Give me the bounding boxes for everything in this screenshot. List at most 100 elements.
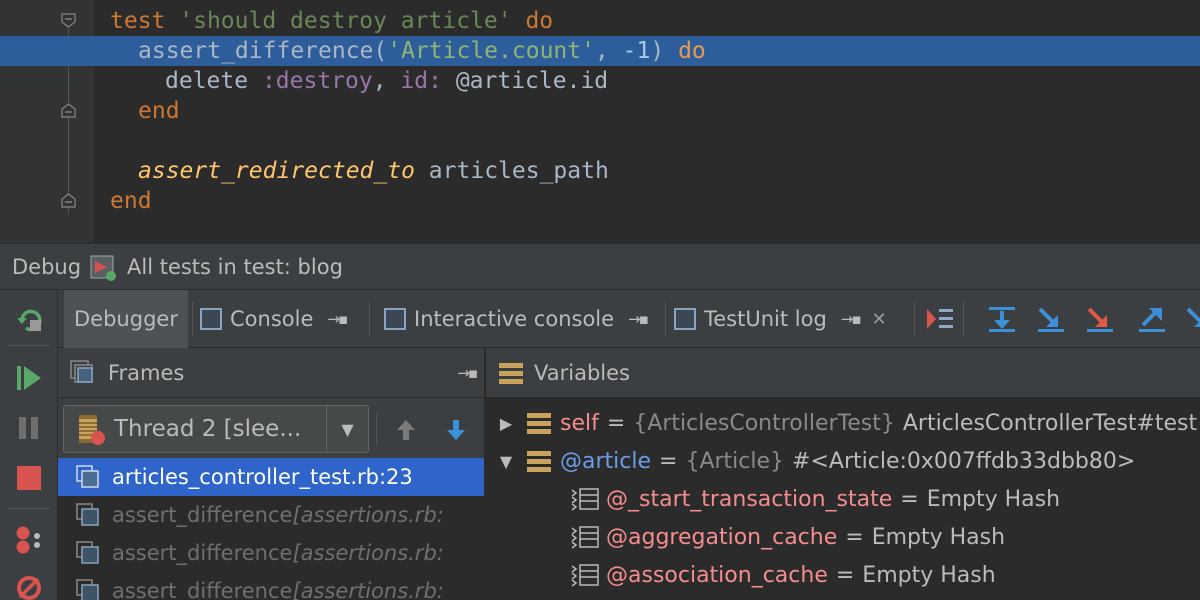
code-token: , xyxy=(594,38,623,64)
variable-row[interactable]: ▼ @article = {Article} #<Article:0x007ff… xyxy=(486,442,1200,480)
force-step-into-icon xyxy=(1087,307,1113,332)
toolbar-separator xyxy=(8,508,50,509)
view-breakpoints-button[interactable] xyxy=(13,524,45,556)
debug-tool-window-title: Debug All tests in test: blog xyxy=(0,243,1200,290)
frames-title: Frames xyxy=(108,360,185,385)
code-token: end xyxy=(110,188,152,214)
code-line: end xyxy=(0,186,1200,216)
rerun-button[interactable] xyxy=(13,303,45,335)
tab-label: Debugger xyxy=(74,307,178,331)
instance-variable-icon xyxy=(571,526,599,549)
tab-testunit-log[interactable]: TestUnit log →▪ ✕ xyxy=(674,290,924,348)
variables-panel: Variables ▶ self = {ArticlesControllerTe… xyxy=(485,348,1200,600)
tab-console[interactable]: Console →▪ xyxy=(200,290,366,348)
collapse-arrow-icon[interactable]: ▼ xyxy=(486,452,526,471)
frame-row[interactable]: assert_difference [assertions.rb: xyxy=(58,534,484,572)
pin-icon[interactable]: →▪ xyxy=(841,310,862,328)
resume-icon xyxy=(17,366,41,390)
variable-name: @association_cache xyxy=(606,562,828,588)
testunit-log-icon xyxy=(674,308,696,330)
toolbar-separator xyxy=(963,302,964,336)
equals-sign: = xyxy=(606,410,626,436)
variable-row[interactable]: @_start_transaction_state = Empty Hash xyxy=(486,480,1200,518)
interactive-console-icon xyxy=(384,308,406,330)
equals-sign: = xyxy=(900,486,919,512)
code-line: test 'should destroy article' do xyxy=(0,6,1200,36)
frames-icon xyxy=(70,359,93,383)
code-line: assert_redirected_to articles_path xyxy=(0,156,1200,186)
variable-row[interactable]: @association_cache = Empty Hash xyxy=(486,556,1200,594)
rerun-icon xyxy=(17,309,42,332)
pin-icon[interactable]: →▪ xyxy=(457,364,478,382)
variables-header: Variables xyxy=(486,348,1200,398)
code-token: assert_redirected_to xyxy=(138,158,415,184)
frame-location: [assertions.rb: xyxy=(292,541,444,565)
thread-suspended-icon xyxy=(79,415,105,445)
code-text: assert_difference('Article.count', -1) d… xyxy=(138,36,706,66)
previous-frame-icon[interactable] xyxy=(394,418,418,442)
code-token: test xyxy=(110,8,166,34)
pin-icon[interactable]: →▪ xyxy=(327,310,348,328)
step-out-button[interactable] xyxy=(1136,304,1168,334)
frame-location: [assertions.rb: xyxy=(292,579,444,600)
tab-debugger[interactable]: Debugger xyxy=(64,290,188,348)
next-frame-icon[interactable] xyxy=(444,418,468,442)
resume-button[interactable] xyxy=(13,362,45,394)
expand-arrow-icon[interactable]: ▶ xyxy=(486,414,526,433)
equals-sign: = xyxy=(659,448,678,474)
tab-label: Console xyxy=(230,307,314,331)
code-token: end xyxy=(138,98,180,124)
tab-separator xyxy=(369,302,370,336)
run-to-cursor-icon xyxy=(1186,307,1200,327)
pin-icon[interactable]: →▪ xyxy=(628,310,649,328)
step-into-button[interactable] xyxy=(1035,304,1067,334)
variable-object-icon xyxy=(527,451,551,472)
chevron-down-icon[interactable]: ▼ xyxy=(326,406,368,452)
step-into-icon xyxy=(1038,307,1064,332)
frames-panel: Frames →▪ Thread 2 [slee... ▼ articles_c… xyxy=(58,348,484,600)
variable-row[interactable]: ▶ self = {ArticlesControllerTest} Articl… xyxy=(486,404,1200,442)
frame-method: assert_difference xyxy=(112,579,293,600)
console-icon xyxy=(200,308,222,330)
close-icon[interactable]: ✕ xyxy=(872,309,887,330)
frame-method: assert_difference xyxy=(112,503,293,527)
frame-location: [assertions.rb: xyxy=(292,503,444,527)
code-token: 'Article.count' xyxy=(387,38,595,64)
code-token: id: xyxy=(400,68,442,94)
code-text: end xyxy=(138,96,180,126)
debugger-tabs-bar: Debugger Console →▪ Interactive console … xyxy=(58,290,1200,348)
thread-select[interactable]: Thread 2 [slee... ▼ xyxy=(63,405,369,453)
frame-row[interactable]: articles_controller_test.rb:23 xyxy=(58,458,484,496)
variable-row[interactable]: @aggregation_cache = Empty Hash xyxy=(486,518,1200,556)
code-token: do xyxy=(525,8,554,34)
force-step-into-button[interactable] xyxy=(1084,304,1116,334)
code-token: assert_difference( xyxy=(138,38,388,64)
frame-row[interactable]: assert_difference [assertions.rb: xyxy=(58,572,484,600)
variables-icon xyxy=(499,362,523,384)
debug-side-toolbar xyxy=(0,290,58,600)
step-over-button[interactable] xyxy=(986,304,1018,334)
tab-interactive-console[interactable]: Interactive console →▪ xyxy=(384,290,664,348)
debug-title: Debug xyxy=(12,255,82,279)
run-config-icon xyxy=(90,255,116,281)
show-execution-point-button[interactable] xyxy=(924,304,956,334)
stop-button[interactable] xyxy=(13,462,45,494)
instance-variable-icon xyxy=(571,564,599,587)
frames-list[interactable]: articles_controller_test.rb:23 assert_di… xyxy=(58,458,484,600)
breakpoints-icon xyxy=(16,526,40,554)
code-token: , xyxy=(372,68,401,94)
variables-title: Variables xyxy=(534,360,630,385)
run-to-cursor-button[interactable] xyxy=(1183,304,1200,334)
variable-value: Empty Hash xyxy=(862,562,996,588)
code-text: delete :destroy, id: @article.id xyxy=(165,66,608,96)
code-line: end xyxy=(0,96,1200,126)
pause-icon xyxy=(19,417,38,439)
pause-button[interactable] xyxy=(13,412,45,444)
mute-breakpoints-button[interactable] xyxy=(13,572,45,600)
tab-label: TestUnit log xyxy=(704,307,827,331)
code-editor[interactable]: test 'should destroy article' do assert_… xyxy=(0,0,1200,243)
frame-icon xyxy=(76,465,99,488)
frame-row[interactable]: assert_difference [assertions.rb: xyxy=(58,496,484,534)
